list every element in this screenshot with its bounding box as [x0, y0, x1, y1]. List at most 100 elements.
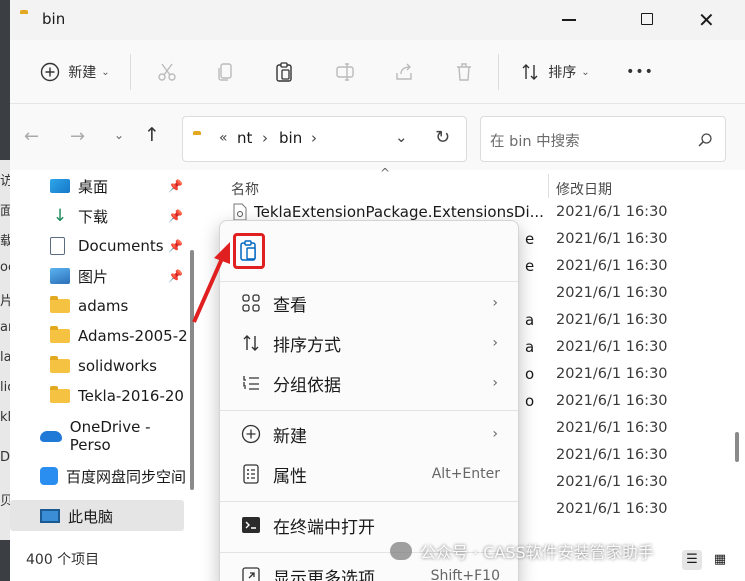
sort-label: 排序 [548, 65, 577, 81]
column-divider [548, 174, 549, 198]
sidebar-item-baidu[interactable]: 百度网盘同步空间 [40, 461, 186, 491]
address-dropdown-icon[interactable]: ⌄ [395, 128, 408, 146]
sidebar-item-label: 百度网盘同步空间 [66, 467, 187, 486]
forward-arrow-icon[interactable]: → [70, 126, 85, 147]
sidebar-item-pictures[interactable]: 图片 [50, 261, 108, 291]
vertical-scrollbar[interactable] [730, 170, 745, 540]
breadcrumb-bin[interactable]: bin [279, 129, 302, 147]
strip-char: 面 [0, 204, 10, 219]
sidebar-item-adams[interactable]: adams [50, 291, 128, 321]
search-box[interactable]: 在 bin 中搜索 [480, 116, 726, 162]
chevron-down-icon: ⌄ [101, 66, 110, 78]
folder-icon [50, 326, 70, 343]
trash-icon [457, 63, 471, 81]
menu-separator [220, 410, 518, 411]
search-icon [698, 133, 712, 147]
menu-item-properties[interactable]: 属性 Alt+Enter [230, 455, 510, 493]
file-name-fragment: e [525, 230, 535, 248]
folder-icon [50, 386, 70, 403]
sidebar-item-solidworks[interactable]: solidworks [50, 351, 157, 381]
sidebar-item-desktop[interactable]: 桌面 [50, 171, 108, 201]
menu-item-label: 查看 [273, 295, 307, 316]
strip-char: kl [0, 410, 10, 425]
address-bar[interactable]: « nt › bin › ⌄ ↻ [182, 116, 467, 162]
rename-button[interactable] [328, 52, 362, 92]
file-name-fragment: o [525, 365, 535, 383]
sidebar-item-label: 此电脑 [68, 507, 114, 526]
file-date: 2021/6/1 16:30 [556, 339, 668, 355]
file-date: 2021/6/1 16:30 [556, 204, 668, 220]
menu-item-group-by[interactable]: 分组依据 › [230, 364, 510, 402]
sort-button[interactable]: 排序 ⌄ [513, 52, 597, 92]
close-icon[interactable]: ✕ [698, 8, 715, 32]
new-button[interactable]: 新建 ⌄ [32, 52, 118, 92]
file-date: 2021/6/1 16:30 [556, 285, 668, 301]
menu-item-sort-by[interactable]: 排序方式 › [230, 324, 510, 362]
strip-char: la [0, 350, 10, 365]
sidebar-item-tekla[interactable]: Tekla-2016-20 [50, 381, 184, 411]
file-name-fragment: a [525, 338, 535, 356]
menu-separator [220, 501, 518, 502]
file-icon [233, 203, 247, 220]
sidebar-item-documents[interactable]: Documents [50, 231, 164, 261]
menu-item-new[interactable]: 新建 › [230, 415, 510, 453]
tiles-view-icon[interactable]: ▦ [710, 550, 730, 570]
column-header-name[interactable]: 名称 [231, 179, 259, 199]
delete-button[interactable] [447, 52, 481, 92]
watermark: 公众号 · CASS软件安装管家助手 [390, 538, 654, 564]
paste-button[interactable] [267, 52, 301, 92]
pin-icon: 📌 [168, 179, 183, 193]
copy-button[interactable] [208, 52, 242, 92]
strip-char: 贝 [0, 494, 10, 509]
minimize-icon[interactable] [562, 19, 576, 21]
watermark-text: 公众号 · CASS软件安装管家助手 [420, 543, 654, 562]
cut-button[interactable] [150, 52, 184, 92]
sidebar-item-label: Documents [78, 237, 164, 255]
folder-icon [50, 356, 70, 373]
baidu-cloud-icon [40, 467, 58, 485]
column-header-date[interactable]: 修改日期 [556, 179, 612, 199]
menu-item-label: 新建 [273, 426, 307, 447]
sidebar-item-downloads[interactable]: ↓ 下载 [50, 201, 108, 231]
menu-item-label: 分组依据 [273, 375, 341, 396]
details-view-icon[interactable]: ☰ [682, 550, 702, 570]
more-icon: ••• [626, 64, 654, 80]
menu-item-label: 排序方式 [273, 335, 341, 356]
menu-item-label: 显示更多选项 [273, 568, 375, 581]
divider [498, 54, 499, 90]
back-arrow-icon[interactable]: ← [24, 126, 39, 147]
file-date: 2021/6/1 16:30 [556, 258, 668, 274]
search-input[interactable]: 在 bin 中搜索 [490, 130, 580, 151]
sort-indicator-icon: ^ [380, 166, 391, 180]
file-date: 2021/6/1 16:30 [556, 312, 668, 328]
grid-icon [240, 292, 262, 314]
file-date: 2021/6/1 16:30 [556, 474, 668, 490]
chevron-right-icon: › [492, 426, 498, 442]
more-button[interactable]: ••• [620, 52, 660, 92]
file-name-fragment: e [525, 257, 535, 275]
strip-char: 片 [0, 294, 10, 309]
sidebar-item-onedrive[interactable]: OneDrive - Perso [40, 418, 195, 454]
up-arrow-icon[interactable]: ↑ [144, 124, 160, 146]
maximize-icon[interactable] [641, 13, 653, 25]
share-button[interactable] [387, 52, 421, 92]
file-date: 2021/6/1 16:30 [556, 366, 668, 382]
refresh-icon[interactable]: ↻ [435, 127, 450, 148]
group-list-icon [240, 372, 262, 394]
desktop-icon [50, 179, 70, 193]
wechat-icon [390, 542, 412, 560]
strip-char: am [0, 320, 10, 335]
scroll-thumb[interactable] [735, 432, 739, 462]
menu-separator [220, 281, 518, 282]
pin-icon: 📌 [168, 269, 183, 283]
recent-chevron-icon[interactable]: ⌄ [114, 128, 124, 142]
sidebar-item-adams-2005[interactable]: Adams-2005-2 [50, 321, 188, 351]
menu-item-view[interactable]: 查看 › [230, 284, 510, 322]
breadcrumb-nt[interactable]: nt [237, 129, 252, 147]
annotation-arrow [192, 242, 230, 323]
file-name-fragment: o [525, 392, 535, 410]
computer-icon [40, 509, 60, 523]
properties-icon [240, 463, 262, 485]
sidebar-item-this-pc-row[interactable]: 此电脑 [40, 501, 113, 531]
cloud-icon [40, 430, 62, 442]
